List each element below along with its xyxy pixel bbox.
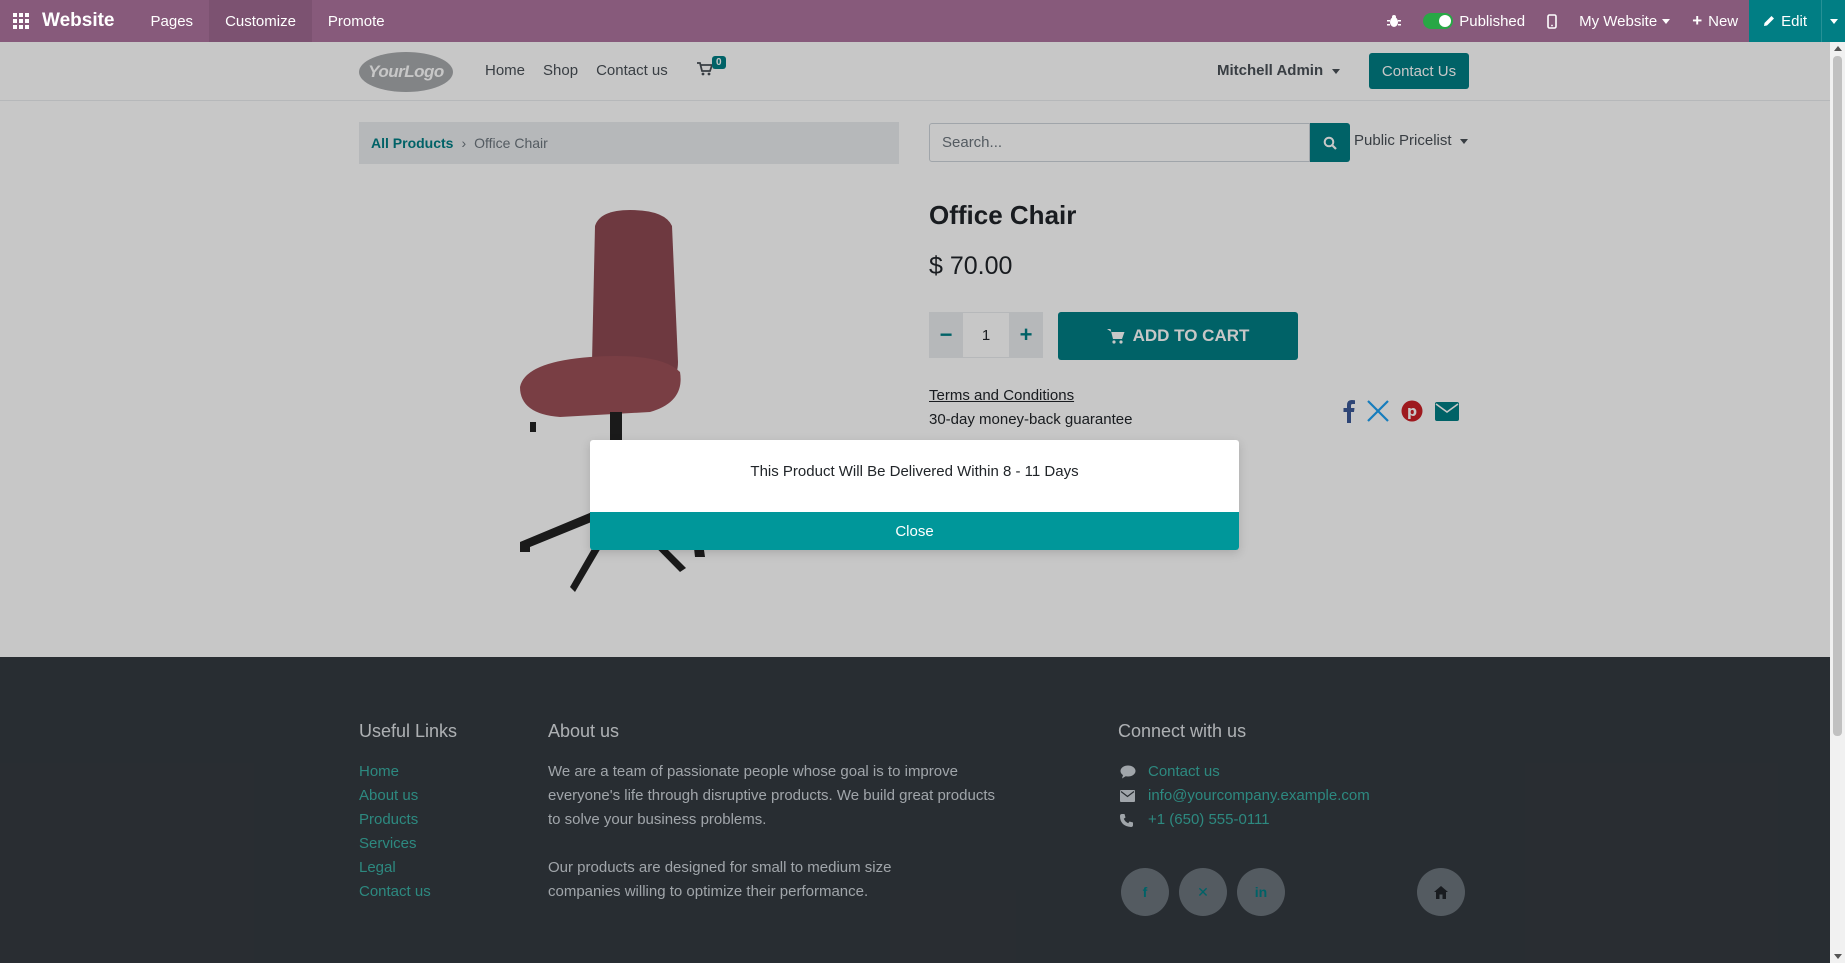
page-scrollbar[interactable] [1830,42,1845,963]
admin-topbar: Website Pages Customize Promote Publishe… [0,0,1845,42]
scroll-down-icon[interactable] [1834,954,1842,959]
close-button[interactable]: Close [590,512,1239,550]
toggle-switch-icon[interactable] [1423,13,1454,29]
delivery-dialog: This Product Will Be Delivered Within 8 … [590,440,1239,550]
my-website-dropdown[interactable]: My Website [1568,0,1681,42]
pencil-icon [1764,16,1775,26]
scrollbar-thumb[interactable] [1833,56,1842,736]
plus-icon: + [1692,11,1703,30]
edit-label: Edit [1781,12,1807,30]
new-label: New [1708,12,1739,30]
debug-bug-icon[interactable] [1376,0,1412,42]
apps-menu-icon[interactable] [0,0,42,42]
edit-button[interactable]: Edit [1749,0,1821,42]
mobile-preview-icon[interactable] [1536,0,1568,42]
publish-toggle[interactable]: Published [1412,0,1536,42]
delivery-message: This Product Will Be Delivered Within 8 … [750,462,1079,480]
published-label: Published [1459,12,1526,30]
menu-promote[interactable]: Promote [312,0,401,42]
menu-customize[interactable]: Customize [209,0,312,42]
edit-dropdown-toggle[interactable] [1821,0,1845,42]
menu-pages[interactable]: Pages [135,0,210,42]
chevron-down-icon [1662,18,1671,24]
scroll-up-icon[interactable] [1834,46,1842,51]
chevron-down-icon [1829,18,1838,24]
new-button[interactable]: + New [1681,0,1749,42]
my-website-label: My Website [1579,12,1658,30]
app-brand[interactable]: Website [42,10,115,32]
